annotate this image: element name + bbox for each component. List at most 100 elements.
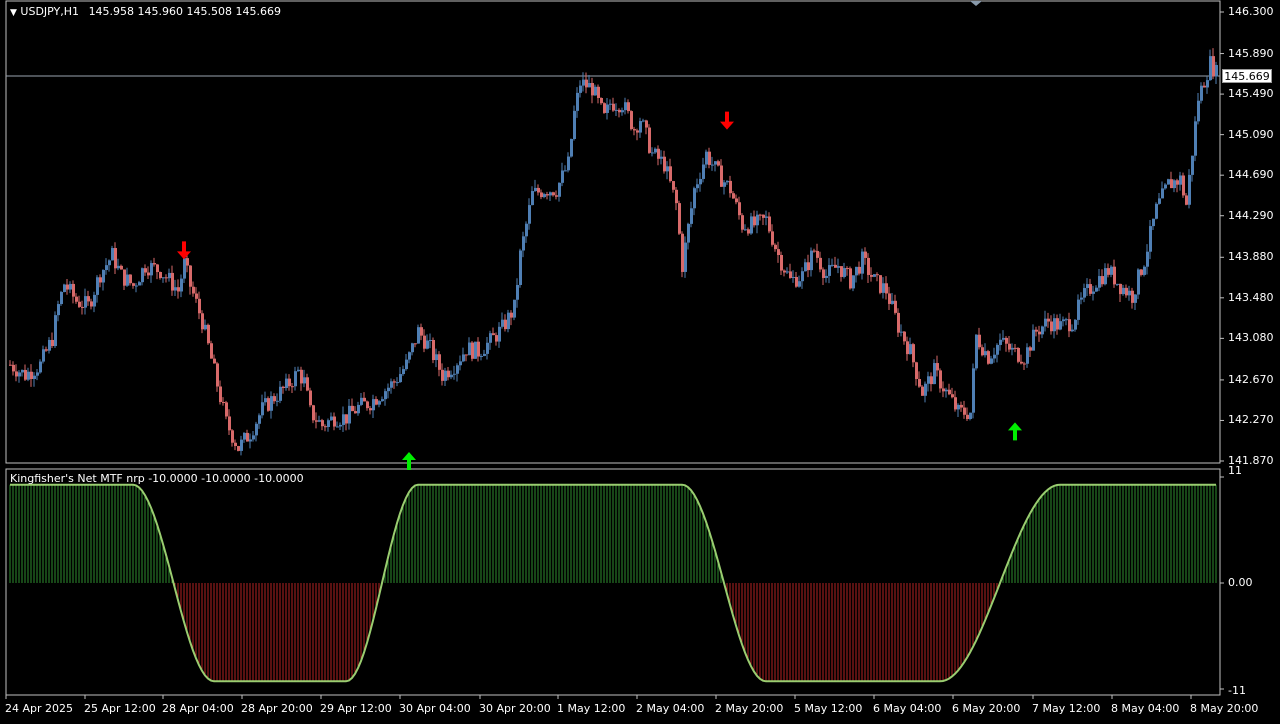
candle-body [222, 402, 225, 404]
candle-body [996, 344, 999, 355]
candle-body [636, 130, 639, 133]
candle-body [258, 415, 261, 424]
time-axis-label: 2 May 20:00 [715, 702, 784, 715]
candle-body [1098, 276, 1101, 288]
candle-body [534, 187, 537, 192]
candle-body [1137, 269, 1140, 295]
candle-body [147, 272, 150, 276]
candle-body [78, 301, 81, 307]
candle-body [357, 404, 360, 414]
candle-body [81, 306, 84, 308]
candle-body [846, 268, 849, 270]
candle-body [1086, 284, 1089, 289]
candle-body [177, 287, 180, 292]
candle-body [564, 170, 567, 172]
chart-canvas[interactable] [0, 0, 1280, 720]
candle-body [741, 215, 744, 230]
candle-body [891, 300, 894, 304]
candle-body [855, 266, 858, 276]
candle-body [381, 399, 384, 402]
candle-body [309, 390, 312, 406]
candle-body [879, 275, 882, 293]
candle-body [1203, 85, 1206, 88]
dropdown-triangle-icon[interactable]: ▼ [10, 8, 17, 18]
candle-body [1080, 297, 1083, 300]
time-axis-label: 30 Apr 20:00 [479, 702, 551, 715]
candle-body [15, 371, 18, 377]
price-axis-label: 143.080 [1228, 331, 1274, 345]
candle-body [174, 287, 177, 291]
time-axis-label: 6 May 04:00 [873, 702, 942, 715]
candle-body [120, 265, 123, 270]
candle-body [189, 265, 192, 287]
candle-body [480, 355, 483, 357]
candle-body [1164, 184, 1167, 189]
candle-body [525, 223, 528, 237]
candle-body [999, 339, 1002, 345]
buy-arrow-icon [402, 452, 416, 470]
candle-body [162, 277, 165, 279]
candle-body [549, 192, 552, 196]
candle-body [774, 244, 777, 250]
candle-body [756, 214, 759, 226]
candle-body [819, 257, 822, 270]
candle-body [165, 277, 168, 279]
candle-body [345, 414, 348, 424]
candle-body [1029, 347, 1032, 351]
candle-body [915, 362, 918, 380]
candle-body [1026, 347, 1029, 364]
candle-body [618, 109, 621, 113]
candle-body [63, 284, 66, 292]
candle-body [537, 187, 540, 193]
symbol-header: ▼ USDJPY,H1 145.958 145.960 145.508 145.… [10, 5, 281, 18]
candle-body [960, 404, 963, 408]
candle-body [102, 270, 105, 283]
candle-body [1104, 268, 1107, 285]
candle-body [822, 269, 825, 278]
candle-body [864, 251, 867, 258]
candle-body [168, 272, 171, 279]
candle-body [858, 266, 861, 274]
candle-body [1017, 347, 1020, 362]
candle-body [285, 378, 288, 388]
candle-body [831, 264, 834, 266]
candle-body [807, 262, 810, 271]
time-axis-label: 6 May 20:00 [952, 702, 1021, 715]
candle-body [1068, 319, 1071, 332]
candle-body [48, 339, 51, 351]
candle-body [252, 435, 255, 440]
candle-body [1011, 347, 1014, 350]
indicator-axis-label: 0.00 [1228, 576, 1253, 589]
candle-body [894, 300, 897, 313]
candle-body [792, 276, 795, 278]
candle-body [39, 361, 42, 373]
candle-body [210, 343, 213, 359]
time-axis-label: 25 Apr 12:00 [84, 702, 156, 715]
time-axis-label: 29 Apr 12:00 [320, 702, 392, 715]
candle-body [729, 180, 732, 194]
candle-body [1185, 195, 1188, 205]
chart-window[interactable]: ▼ USDJPY,H1 145.958 145.960 145.508 145.… [0, 0, 1280, 720]
candle-body [768, 216, 771, 232]
candle-body [642, 120, 645, 122]
candle-body [567, 156, 570, 171]
candle-body [255, 423, 258, 436]
candle-body [906, 341, 909, 355]
candle-body [951, 394, 954, 398]
candle-body [597, 86, 600, 99]
candle-body [576, 92, 579, 111]
candle-body [1047, 318, 1050, 322]
candle-body [975, 334, 978, 369]
candle-body [87, 296, 90, 302]
candle-body [660, 156, 663, 159]
candle-body [786, 271, 789, 273]
candle-body [726, 180, 729, 183]
candle-body [291, 386, 294, 388]
candle-body [42, 349, 45, 362]
candle-body [744, 229, 747, 231]
candle-body [303, 377, 306, 384]
candle-body [468, 342, 471, 356]
candle-body [1002, 337, 1005, 340]
price-axis-label: 142.270 [1228, 413, 1274, 427]
symbol-label: USDJPY,H1 [20, 5, 80, 18]
